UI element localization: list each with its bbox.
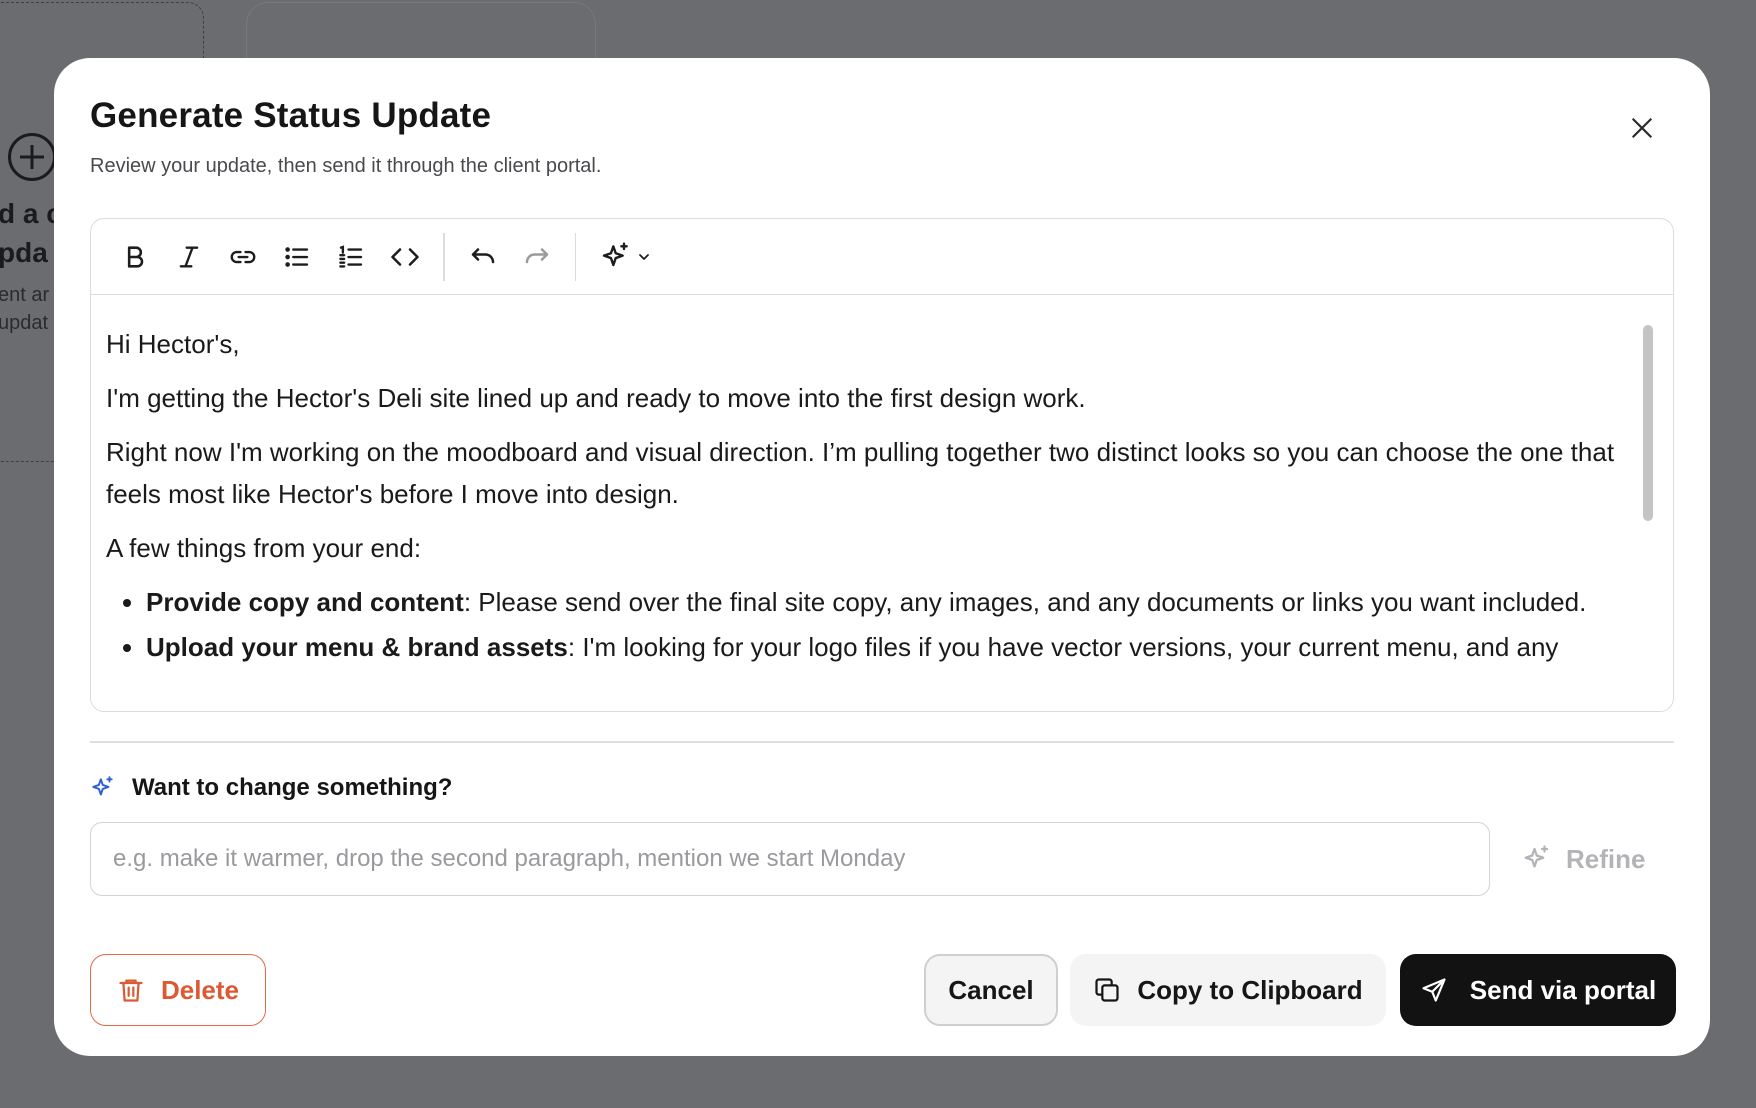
modal-title: Generate Status Update — [90, 96, 492, 135]
bullet-list-icon — [285, 246, 309, 267]
background-card-title-line1: d a c — [0, 198, 62, 229]
refine-button-label: Refine — [1566, 843, 1646, 874]
background-card-desc-line2: updat — [0, 312, 49, 334]
send-button-label: Send via portal — [1469, 974, 1657, 1005]
background-card-desc-line1: ent ar — [0, 284, 50, 306]
rich-text-editor: Hi Hector's, I'm getting the Hector's De… — [90, 218, 1674, 712]
bold-icon — [127, 245, 144, 268]
bullet-list-button[interactable] — [273, 233, 321, 281]
copy-to-clipboard-button[interactable]: Copy to Clipboard — [1070, 954, 1386, 1026]
code-icon — [391, 247, 419, 266]
status-update-modal: Generate Status Update Review your updat… — [54, 58, 1710, 1056]
send-icon — [1422, 978, 1446, 1002]
trash-icon — [119, 979, 143, 1002]
send-via-portal-button[interactable]: Send via portal — [1400, 954, 1676, 1026]
editor-toolbar — [91, 219, 1673, 295]
refine-section-label: Want to change something? — [132, 774, 453, 801]
editor-paragraph: I'm getting the Hector's Deli site lined… — [106, 383, 1086, 413]
modal-subtitle: Review your update, then send it through… — [90, 155, 602, 177]
editor-content[interactable]: Hi Hector's, I'm getting the Hector's De… — [91, 295, 1673, 711]
list-item: Upload your menu & brand assets: I'm loo… — [146, 626, 1659, 669]
undo-icon — [471, 247, 494, 263]
sparkle-icon — [1524, 845, 1549, 868]
link-icon — [230, 250, 256, 263]
close-button[interactable] — [1622, 108, 1662, 148]
list-item: Provide copy and content: Please send ov… — [146, 581, 1659, 624]
list-item-bold: Upload your menu & brand assets — [146, 632, 568, 662]
chevron-down-icon — [639, 253, 649, 260]
redo-icon — [525, 247, 548, 263]
redo-button[interactable] — [513, 233, 561, 281]
list-item-bold: Provide copy and content — [146, 587, 464, 617]
copy-icon — [1095, 978, 1119, 1002]
refine-button[interactable]: Refine — [1522, 830, 1672, 888]
background-card-title-line2: pda — [0, 237, 48, 268]
delete-button[interactable]: Delete — [90, 954, 266, 1026]
numbered-list-icon — [339, 244, 363, 268]
editor-greeting: Hi Hector's, — [106, 329, 240, 359]
add-circle-icon — [8, 133, 56, 181]
ai-assist-dropdown[interactable] — [594, 233, 658, 281]
undo-button[interactable] — [459, 233, 507, 281]
close-icon — [1632, 118, 1652, 138]
code-button[interactable] — [381, 233, 429, 281]
editor-bullet-list: Provide copy and content: Please send ov… — [106, 581, 1659, 669]
editor-paragraph: A few things from your end: — [106, 533, 422, 563]
numbered-list-button[interactable] — [327, 233, 375, 281]
cancel-button[interactable]: Cancel — [924, 954, 1058, 1026]
link-button[interactable] — [219, 233, 267, 281]
refine-input[interactable] — [90, 822, 1490, 896]
list-item-text: : Please send over the final site copy, … — [463, 587, 1587, 617]
list-item-text: : I'm looking for your logo files if you… — [567, 632, 1559, 662]
refine-section-header: Want to change something? — [90, 774, 452, 802]
cancel-button-label: Cancel — [948, 974, 1034, 1005]
bold-button[interactable] — [111, 233, 159, 281]
sparkle-icon — [92, 776, 113, 796]
copy-button-label: Copy to Clipboard — [1137, 974, 1363, 1005]
toolbar-divider — [574, 232, 576, 281]
editor-paragraph: Right now I'm working on the moodboard a… — [106, 437, 1615, 509]
italic-icon — [179, 246, 199, 267]
ai-sparkle-icon — [602, 241, 628, 266]
italic-button[interactable] — [165, 233, 213, 281]
section-divider — [90, 741, 1674, 743]
editor-scrollbar[interactable] — [1643, 325, 1653, 521]
delete-button-label: Delete — [160, 974, 240, 1005]
toolbar-divider — [443, 232, 445, 281]
